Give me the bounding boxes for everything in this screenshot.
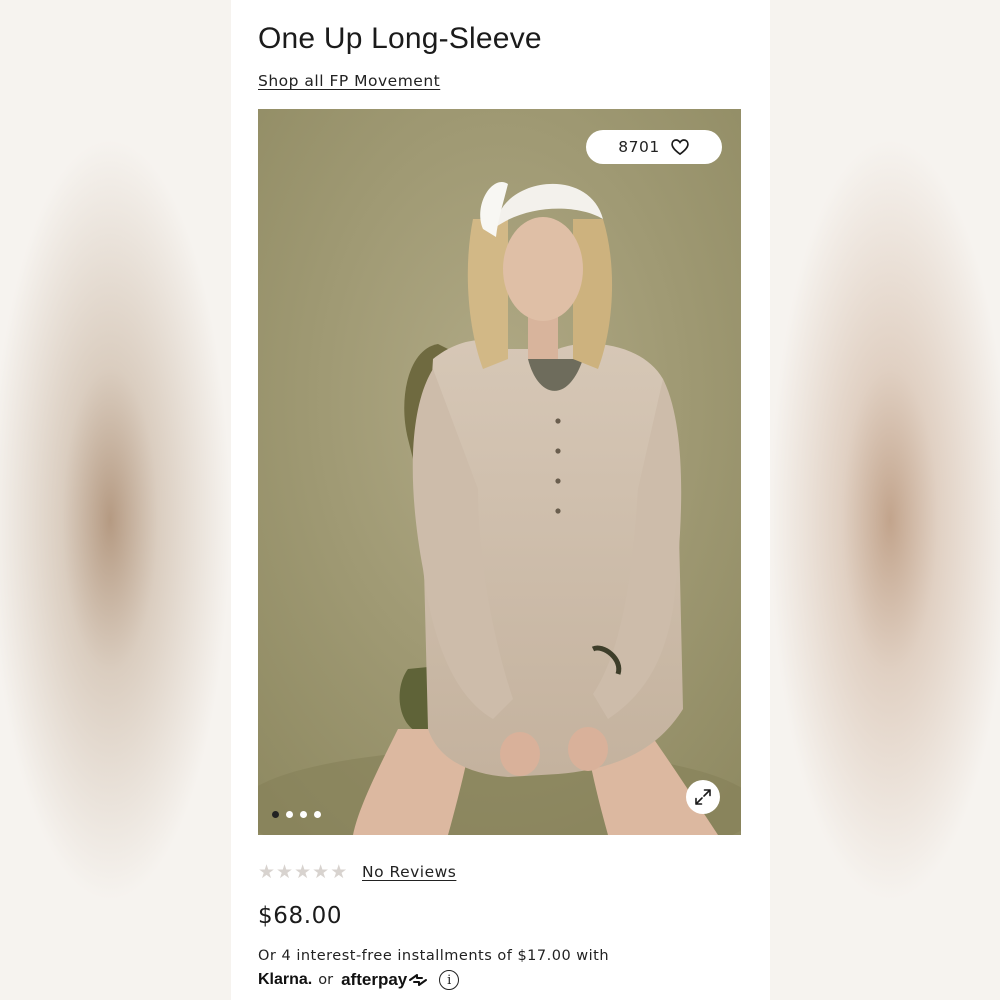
klarna-logo[interactable]: Klarna. <box>258 971 312 989</box>
afterpay-arrows-icon <box>409 974 428 986</box>
star-icon: ★ <box>330 861 348 883</box>
carousel-dot-2[interactable] <box>286 811 293 818</box>
product-price: $68.00 <box>258 903 343 929</box>
heart-icon <box>670 139 689 156</box>
rating-stars: ★ ★ ★ ★ ★ <box>258 861 347 883</box>
carousel-dot-1[interactable] <box>272 811 279 818</box>
product-image[interactable] <box>258 109 741 835</box>
star-icon: ★ <box>312 861 330 883</box>
carousel-dot-3[interactable] <box>300 811 307 818</box>
installments-text: Or 4 interest-free installments of $17.0… <box>258 948 610 964</box>
expand-arrows-icon <box>695 789 711 805</box>
carousel-indicators <box>272 811 321 818</box>
star-icon: ★ <box>294 861 312 883</box>
shop-all-link[interactable]: Shop all FP Movement <box>258 72 440 90</box>
favorite-button[interactable]: 8701 <box>586 130 722 164</box>
product-photo-illustration <box>258 109 741 835</box>
or-label: or <box>318 972 334 988</box>
carousel-dot-4[interactable] <box>314 811 321 818</box>
afterpay-label: afterpay <box>341 970 408 989</box>
reviews-link[interactable]: No Reviews <box>362 863 456 881</box>
info-icon[interactable]: i <box>439 970 460 990</box>
product-title: One Up Long-Sleeve <box>258 22 542 55</box>
favorite-count: 8701 <box>618 138 660 156</box>
expand-image-button[interactable] <box>686 780 720 814</box>
afterpay-logo[interactable]: afterpay <box>341 970 429 990</box>
star-icon: ★ <box>276 861 294 883</box>
star-icon: ★ <box>258 861 276 883</box>
payment-options: Klarna. or afterpay i <box>258 970 460 990</box>
